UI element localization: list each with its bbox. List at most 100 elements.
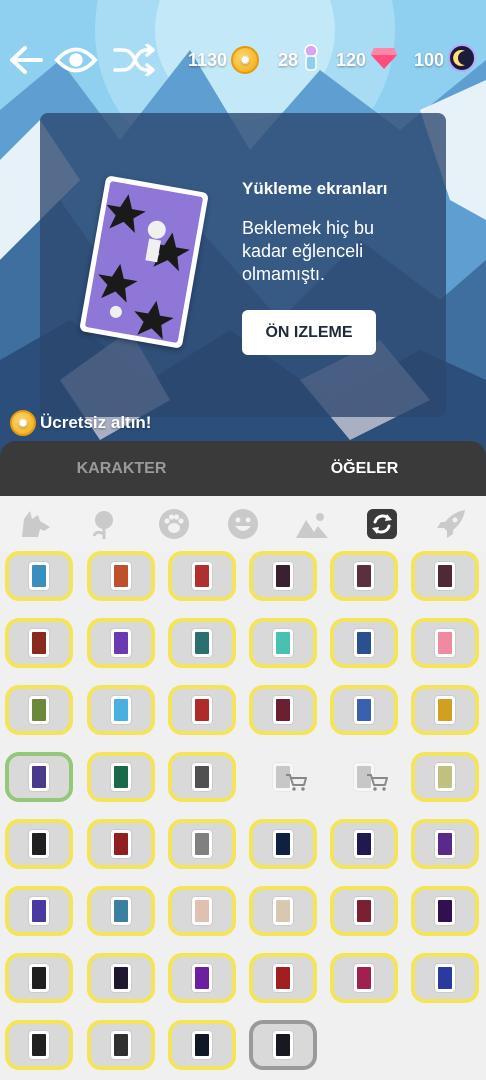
item-tile[interactable] xyxy=(411,752,479,802)
banner-description: Beklemek hiç bu kadar eğlenceli olmamışt… xyxy=(242,218,375,284)
wolf-icon xyxy=(21,511,50,537)
item-tile[interactable] xyxy=(330,819,398,869)
item-tile[interactable] xyxy=(168,752,236,802)
coins-value: 1130 xyxy=(188,49,228,70)
item-tile[interactable] xyxy=(168,551,236,601)
item-tile[interactable] xyxy=(411,685,479,735)
item-tile[interactable] xyxy=(87,886,155,936)
loading-screen-thumbnail xyxy=(111,629,131,657)
tokens-counter[interactable]: 100 xyxy=(414,43,477,76)
item-tile[interactable] xyxy=(249,618,317,668)
item-tile[interactable] xyxy=(330,886,398,936)
item-tile[interactable] xyxy=(87,752,155,802)
item-tile[interactable] xyxy=(5,752,73,802)
item-tile[interactable] xyxy=(330,685,398,735)
category-landscape[interactable] xyxy=(278,496,347,552)
preview-button[interactable]: ÖN IZLEME xyxy=(242,310,376,355)
category-loading-screens[interactable] xyxy=(347,496,416,552)
item-tile[interactable] xyxy=(249,819,317,869)
candy-value: 28 xyxy=(278,49,299,70)
loading-screen-thumbnail xyxy=(111,1031,131,1059)
item-tile[interactable] xyxy=(411,618,479,668)
landscape-icon xyxy=(296,513,329,538)
free-gold-link[interactable]: ✹ Ücretsiz altın! xyxy=(10,410,151,436)
item-tile[interactable] xyxy=(168,886,236,936)
loading-screen-thumbnail xyxy=(29,830,49,858)
loading-screen-thumbnail xyxy=(111,830,131,858)
category-rocket[interactable] xyxy=(417,496,486,552)
item-tile[interactable] xyxy=(87,1020,155,1070)
item-tile[interactable] xyxy=(411,886,479,936)
free-gold-label: Ücretsiz altın! xyxy=(40,413,152,432)
item-tile[interactable] xyxy=(411,551,479,601)
shop-item-tile[interactable] xyxy=(249,752,317,802)
category-bar xyxy=(0,496,486,552)
item-tile[interactable] xyxy=(5,551,73,601)
loading-screen-thumbnail xyxy=(192,830,212,858)
eye-icon[interactable] xyxy=(54,38,98,82)
loading-screen-thumbnail xyxy=(192,763,212,791)
main-tabs: KARAKTER ÖĞELER xyxy=(0,441,486,496)
loading-screen-thumbnail xyxy=(435,562,455,590)
loading-screen-thumbnail xyxy=(273,830,293,858)
loading-screen-thumbnail xyxy=(354,629,374,657)
item-tile[interactable] xyxy=(87,819,155,869)
item-tile[interactable] xyxy=(330,618,398,668)
shop-item-tile[interactable] xyxy=(330,752,398,802)
item-tile[interactable] xyxy=(5,953,73,1003)
category-emoji[interactable] xyxy=(208,496,277,552)
back-arrow-icon[interactable] xyxy=(4,38,48,82)
item-tile[interactable] xyxy=(411,819,479,869)
gems-counter[interactable]: 120 xyxy=(336,44,398,76)
item-tile[interactable] xyxy=(168,1020,236,1070)
item-tile[interactable] xyxy=(168,685,236,735)
item-tile[interactable] xyxy=(249,886,317,936)
loading-screen-thumbnail xyxy=(354,830,374,858)
item-tile[interactable] xyxy=(330,551,398,601)
item-tile[interactable] xyxy=(87,618,155,668)
item-tile[interactable] xyxy=(87,551,155,601)
item-tile[interactable] xyxy=(249,1020,317,1070)
loading-screen-thumbnail xyxy=(29,763,49,791)
category-rose[interactable] xyxy=(69,496,138,552)
item-tile[interactable] xyxy=(330,953,398,1003)
loading-screen-thumbnail xyxy=(273,696,293,724)
item-tile[interactable] xyxy=(168,819,236,869)
item-tile[interactable] xyxy=(249,551,317,601)
loading-screen-thumbnail xyxy=(435,897,455,925)
loading-screen-thumbnail xyxy=(354,562,374,590)
loading-screen-thumbnail xyxy=(435,629,455,657)
loading-screen-thumbnail xyxy=(192,964,212,992)
loading-screens-banner: Yükleme ekranları Beklemek hiç bu kadar … xyxy=(40,113,446,417)
loading-screen-thumbnail xyxy=(273,629,293,657)
loading-screen-thumbnail xyxy=(111,763,131,791)
items-grid xyxy=(5,551,486,1080)
coins-counter[interactable]: 1130 ✹ xyxy=(188,44,260,76)
item-tile[interactable] xyxy=(87,953,155,1003)
tab-items[interactable]: ÖĞELER xyxy=(243,441,486,496)
loading-screen-thumbnail xyxy=(354,897,374,925)
loading-screen-thumbnail xyxy=(192,696,212,724)
loading-screen-card-image xyxy=(79,175,209,349)
item-tile[interactable] xyxy=(5,618,73,668)
tab-character[interactable]: KARAKTER xyxy=(0,441,243,496)
refresh-icon xyxy=(366,509,397,539)
candy-icon xyxy=(302,43,320,77)
loading-screen-thumbnail xyxy=(273,1031,293,1059)
loading-screen-thumbnail xyxy=(29,1031,49,1059)
candy-counter[interactable]: 28 xyxy=(278,43,320,77)
item-tile[interactable] xyxy=(249,685,317,735)
item-tile[interactable] xyxy=(87,685,155,735)
shuffle-icon[interactable] xyxy=(112,38,156,82)
category-paw[interactable] xyxy=(139,496,208,552)
item-tile[interactable] xyxy=(411,953,479,1003)
item-tile[interactable] xyxy=(249,953,317,1003)
item-tile[interactable] xyxy=(5,886,73,936)
item-tile[interactable] xyxy=(168,953,236,1003)
category-wolf[interactable] xyxy=(0,496,69,552)
item-tile[interactable] xyxy=(5,1020,73,1070)
item-tile[interactable] xyxy=(5,685,73,735)
item-tile[interactable] xyxy=(5,819,73,869)
item-tile[interactable] xyxy=(168,618,236,668)
cart-icon xyxy=(285,773,307,796)
